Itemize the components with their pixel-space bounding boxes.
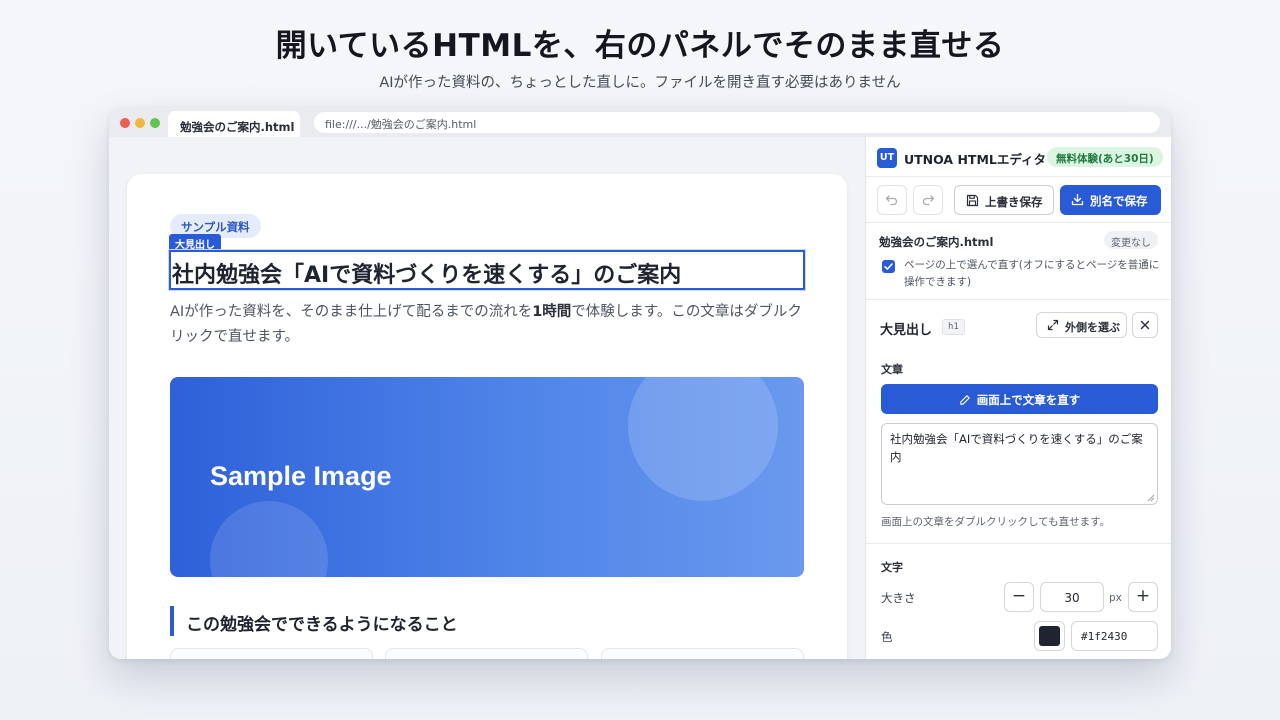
- app-name: UTNOA HTMLエディタ: [904, 152, 1046, 167]
- browser-titlebar: 勉強会のご案内.html file:///.../勉強会のご案内.html: [109, 107, 1171, 137]
- feature-card[interactable]: [385, 648, 588, 659]
- browser-tab[interactable]: 勉強会のご案内.html: [168, 111, 300, 137]
- text-content-value: 社内勉強会「AIで資料づくりを速くする」のご案内: [890, 432, 1143, 464]
- save-as-button[interactable]: 別名で保存: [1060, 185, 1161, 215]
- status-badge: 変更なし: [1104, 231, 1158, 249]
- select-on-page-checkbox[interactable]: [882, 260, 895, 273]
- doc-subheading[interactable]: この勉強会でできるようになること: [170, 606, 458, 636]
- redo-button[interactable]: [913, 185, 943, 215]
- sample-image-banner[interactable]: Sample Image: [170, 377, 804, 577]
- font-size-label: 大きさ: [881, 591, 916, 605]
- text-hint: 画面上の文章をダブルクリックしても直せます。: [881, 516, 1111, 528]
- save-icon: [966, 194, 979, 207]
- selection-tag: 大見出し: [169, 234, 221, 251]
- select-on-page-label[interactable]: ページの上で選んで直す(オフにするとページを普通に操作できます): [904, 257, 1164, 291]
- overwrite-save-button[interactable]: 上書き保存: [954, 185, 1054, 215]
- editor-panel: UT UTNOA HTMLエディタ 無料体験(あと30日) 上書き保存 別名で保…: [865, 137, 1171, 659]
- banner-circle-decoration: [628, 377, 778, 501]
- feature-card[interactable]: [170, 648, 373, 659]
- feature-card[interactable]: [601, 648, 804, 659]
- font-size-unit: px: [1109, 592, 1122, 604]
- edit-on-screen-button[interactable]: 画面上で文章を直す: [881, 384, 1158, 414]
- text-color-hex-input[interactable]: #1f2430: [1071, 621, 1158, 651]
- maximize-window-dot[interactable]: [150, 118, 160, 128]
- font-section-label: 文字: [881, 561, 903, 574]
- undo-icon: [885, 195, 898, 206]
- expand-arrows-icon: [1047, 319, 1059, 331]
- app-window: 勉強会のご案内.html file:///.../勉強会のご案内.html サン…: [109, 107, 1171, 659]
- text-color-swatch[interactable]: [1034, 621, 1065, 651]
- document-card: サンプル資料 大見出し 社内勉強会「AIで資料づくりを速くする」のご案内 AIが…: [127, 174, 847, 659]
- resize-grip-icon[interactable]: [1147, 494, 1155, 502]
- overwrite-save-label: 上書き保存: [985, 195, 1043, 209]
- text-section-label: 文章: [881, 363, 903, 376]
- file-name: 勉強会のご案内.html: [879, 235, 994, 249]
- close-selection-button[interactable]: [1132, 312, 1158, 338]
- font-size-decrease-button[interactable]: −: [1004, 582, 1034, 612]
- hero-subtitle: AIが作った資料の、ちょっとした直しに。ファイルを開き直す必要はありません: [379, 75, 901, 91]
- font-size-input[interactable]: 30: [1040, 582, 1104, 612]
- section-divider: [866, 543, 1171, 544]
- edit-on-screen-label: 画面上で文章を直す: [976, 393, 1081, 407]
- app-logo: UT: [877, 148, 897, 168]
- selected-element-name: 大見出し: [880, 323, 933, 338]
- redo-icon: [922, 195, 935, 206]
- undo-button[interactable]: [877, 185, 907, 215]
- selected-element-tag: h1: [942, 319, 965, 335]
- select-parent-label: 外側を選ぶ: [1065, 321, 1120, 334]
- banner-circle-decoration: [210, 501, 328, 577]
- hero-title: 開いているHTMLを、右のパネルでそのまま直せる: [275, 28, 1005, 64]
- text-color-label: 色: [881, 630, 893, 644]
- sample-image-label: Sample Image: [210, 461, 392, 491]
- close-icon: [1140, 320, 1150, 330]
- color-swatch-fill: [1039, 626, 1060, 646]
- pencil-icon: [960, 395, 970, 405]
- close-window-dot[interactable]: [120, 118, 130, 128]
- font-size-increase-button[interactable]: +: [1128, 582, 1158, 612]
- file-info-section: 勉強会のご案内.html 変更なし ページの上で選んで直す(オフにするとページを…: [866, 223, 1171, 300]
- lead-text-bold: 1時間: [532, 304, 572, 320]
- doc-heading-selected[interactable]: 社内勉強会「AIで資料づくりを速くする」のご案内: [168, 249, 806, 291]
- panel-toolbar: 上書き保存 別名で保存: [866, 177, 1171, 223]
- minimize-window-dot[interactable]: [135, 118, 145, 128]
- checkmark-icon: [884, 263, 893, 270]
- save-as-label: 別名で保存: [1090, 194, 1148, 208]
- selected-element-header: 大見出し h1 外側を選ぶ: [866, 300, 1171, 352]
- lead-text-1: AIが作った資料を、そのまま仕上げて配るまでの流れを: [170, 304, 533, 320]
- address-bar[interactable]: file:///.../勉強会のご案内.html: [314, 112, 1160, 133]
- trial-badge: 無料体験(あと30日): [1047, 147, 1163, 167]
- page-preview: サンプル資料 大見出し 社内勉強会「AIで資料づくりを速くする」のご案内 AIが…: [109, 137, 865, 659]
- select-parent-button[interactable]: 外側を選ぶ: [1036, 312, 1127, 338]
- text-content-field[interactable]: 社内勉強会「AIで資料づくりを速くする」のご案内: [881, 423, 1158, 505]
- doc-lead-paragraph[interactable]: AIが作った資料を、そのまま仕上げて配るまでの流れを1時間で体験します。この文章…: [170, 300, 810, 350]
- download-icon: [1071, 193, 1084, 206]
- panel-header: UT UTNOA HTMLエディタ 無料体験(あと30日): [866, 137, 1171, 177]
